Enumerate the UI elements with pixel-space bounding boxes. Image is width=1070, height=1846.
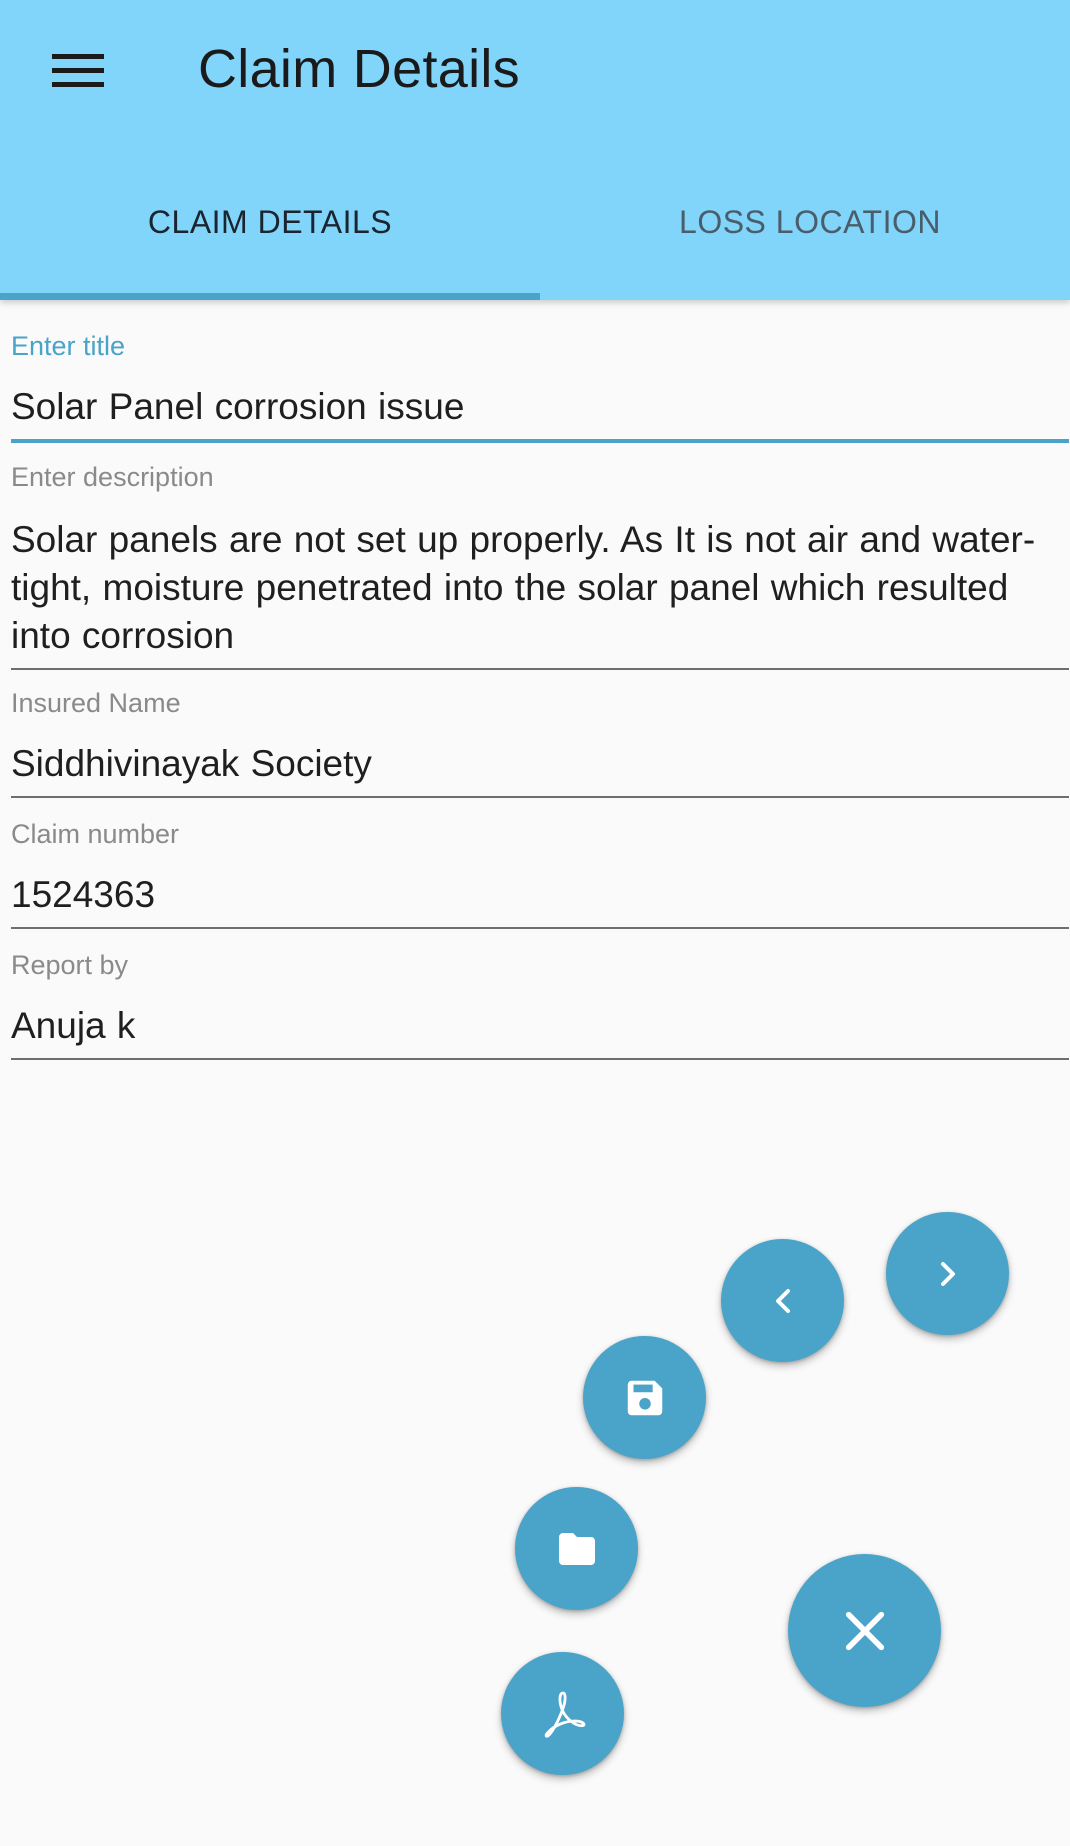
claim-number-underline xyxy=(11,927,1069,929)
folder-button[interactable] xyxy=(515,1487,638,1610)
tab-loss-location[interactable]: LOSS LOCATION xyxy=(540,200,1070,244)
claim-number-field[interactable]: Claim number 1524363 xyxy=(11,817,1069,929)
folder-icon xyxy=(558,1532,595,1565)
chevron-right-icon xyxy=(940,1261,955,1286)
previous-button[interactable] xyxy=(721,1239,844,1362)
report-by-field[interactable]: Report by Anuja k xyxy=(11,948,1069,1060)
page-title: Claim Details xyxy=(198,39,520,99)
tab-claim-details[interactable]: CLAIM DETAILS xyxy=(0,200,540,244)
save-disk-icon xyxy=(627,1380,662,1415)
acrobat-pdf-icon xyxy=(544,1691,585,1738)
insured-name-input[interactable]: Siddhivinayak Society xyxy=(11,740,1069,788)
title-field-underline xyxy=(11,439,1069,443)
title-input[interactable]: Solar Panel corrosion issue xyxy=(11,383,1069,431)
description-input[interactable]: Solar panels are not set up properly. As… xyxy=(11,516,1069,660)
insured-name-underline xyxy=(11,796,1069,798)
insured-name-field[interactable]: Insured Name Siddhivinayak Society xyxy=(11,686,1069,798)
claim-number-input[interactable]: 1524363 xyxy=(11,871,1069,919)
title-field[interactable]: Enter title Solar Panel corrosion issue xyxy=(11,329,1069,443)
title-field-label: Enter title xyxy=(11,331,126,361)
claim-number-label: Claim number xyxy=(11,819,180,849)
report-by-label: Report by xyxy=(11,950,129,980)
pdf-button[interactable] xyxy=(501,1652,624,1775)
app-bar: Claim Details CLAIM DETAILS LOSS LOCATIO… xyxy=(0,0,1070,300)
report-by-underline xyxy=(11,1058,1069,1060)
report-by-input[interactable]: Anuja k xyxy=(11,1002,1069,1050)
hamburger-menu-icon[interactable] xyxy=(38,38,118,102)
insured-name-label: Insured Name xyxy=(11,688,181,718)
tab-selected-indicator xyxy=(0,293,540,300)
close-menu-button[interactable] xyxy=(788,1554,941,1707)
chevron-left-icon xyxy=(775,1288,790,1313)
description-field-label: Enter description xyxy=(11,462,214,492)
save-button[interactable] xyxy=(583,1336,706,1459)
description-field-underline xyxy=(11,668,1069,670)
next-button[interactable] xyxy=(886,1212,1009,1335)
close-icon xyxy=(845,1611,884,1650)
description-field[interactable]: Enter description Solar panels are not s… xyxy=(11,460,1069,670)
